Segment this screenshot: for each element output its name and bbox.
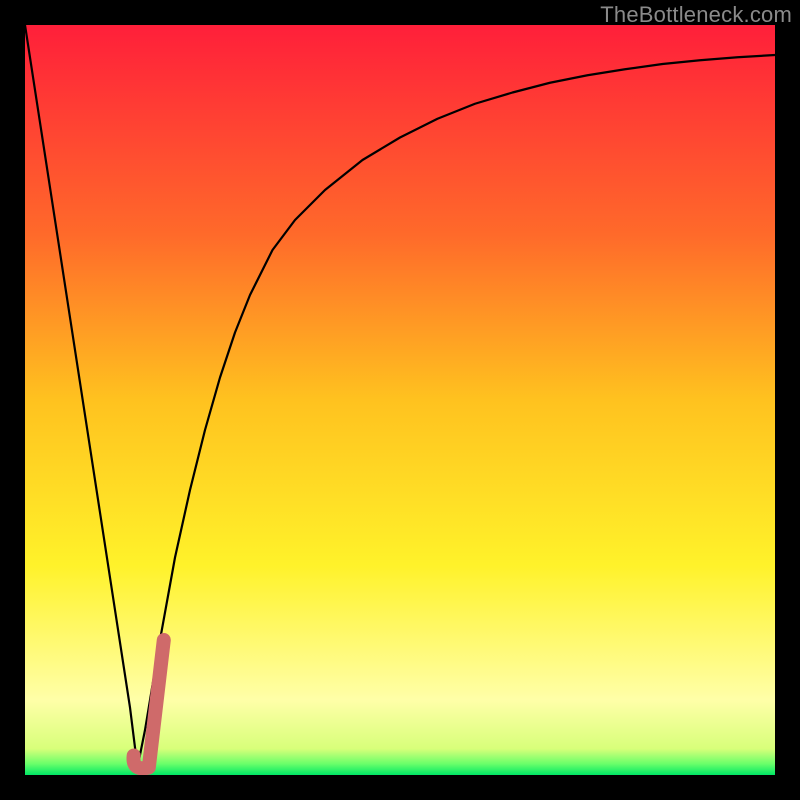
plot-area	[25, 25, 775, 775]
bottleneck-curve	[25, 25, 775, 768]
chart-frame: TheBottleneck.com	[0, 0, 800, 800]
curve-layer	[25, 25, 775, 775]
watermark-label: TheBottleneck.com	[600, 2, 792, 28]
